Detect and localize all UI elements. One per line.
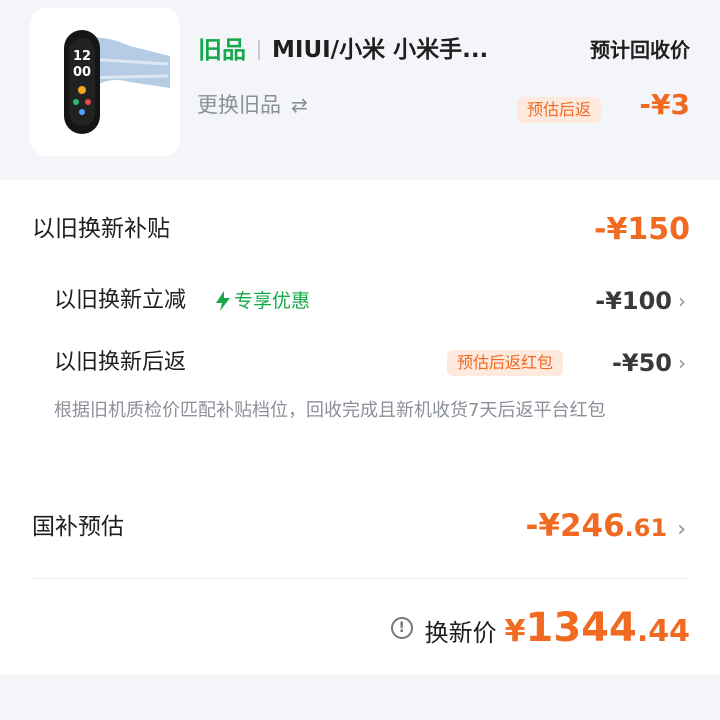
recycle-price-label: 预计回收价 [590, 38, 690, 62]
national-subsidy-label: 国补预估 [32, 514, 124, 540]
final-price-label: 换新价 [424, 619, 497, 647]
national-subsidy-amount[interactable]: -¥246 .61 › [526, 508, 686, 544]
final-price-int: 1344 [525, 605, 637, 651]
rebate-label: 以旧换新后返 [54, 350, 187, 375]
national-amount-dec: .61 [624, 514, 668, 542]
chevron-right-icon: › [678, 289, 686, 313]
old-product-name[interactable]: MIUI/小米 小米手... [272, 34, 522, 66]
national-amount-int: -¥246 [525, 508, 625, 544]
divider [30, 578, 690, 579]
tag-divider [258, 40, 260, 60]
subsidy-total-amount: -¥150 [594, 212, 690, 247]
old-item-tag: 旧品 [198, 36, 246, 64]
final-price-currency: ¥ [504, 614, 526, 649]
subsidy-note: 根据旧机质检价匹配补贴档位，回收完成且新机收货7天后返平台红包 [54, 400, 606, 421]
instant-discount-amount-group: -¥100 › [595, 284, 686, 318]
final-price-dec: .44 [636, 614, 690, 649]
instant-discount-label: 以旧换新立减 [54, 288, 187, 313]
change-old-item-label: 更换旧品 [197, 93, 281, 117]
lightning-icon [216, 291, 230, 311]
recycle-price-value: -¥3 [639, 88, 690, 121]
instant-discount-row[interactable]: 以旧换新立减 专享优惠 -¥100 › [0, 284, 720, 318]
info-icon[interactable]: ! [390, 617, 413, 639]
exclusive-offer-label: 专享优惠 [234, 290, 311, 312]
svg-text:12: 12 [73, 49, 91, 64]
rebate-amount-group: -¥50 › [612, 346, 686, 380]
rebate-badge: 预估后返红包 [447, 350, 564, 376]
subsidy-title: 以旧换新补贴 [32, 216, 170, 242]
price-breakdown-card: 以旧换新补贴 -¥150 以旧换新立减 专享优惠 -¥100 › 以旧换新后返 … [0, 180, 720, 675]
estimated-return-badge: 预估后返 [517, 97, 602, 123]
swap-arrows-icon: ⇄ [291, 93, 308, 117]
fitness-band-image: 12 00 [64, 30, 170, 134]
final-price-value: ¥1344.44 [505, 605, 690, 651]
rebate-amount: -¥50 [611, 349, 672, 377]
final-price-group: ! 换新价 ¥1344.44 [390, 605, 690, 651]
change-old-item-button[interactable]: 更换旧品 ⇄ [197, 90, 308, 120]
bottom-spacer [0, 675, 720, 720]
rebate-row[interactable]: 以旧换新后返 预估后返红包 -¥50 › [0, 346, 720, 380]
chevron-right-icon: › [678, 351, 686, 375]
exclusive-offer-tag: 专享优惠 [214, 284, 310, 318]
product-thumbnail[interactable]: 12 00 [30, 8, 180, 156]
instant-discount-amount: -¥100 [595, 287, 672, 315]
chevron-right-icon: › [677, 517, 686, 542]
old-item-section: 12 00 旧品 MIUI/小米 小米手... 预计回收价 更换旧品 ⇄ 预估后… [0, 0, 720, 180]
svg-text:00: 00 [73, 65, 91, 80]
